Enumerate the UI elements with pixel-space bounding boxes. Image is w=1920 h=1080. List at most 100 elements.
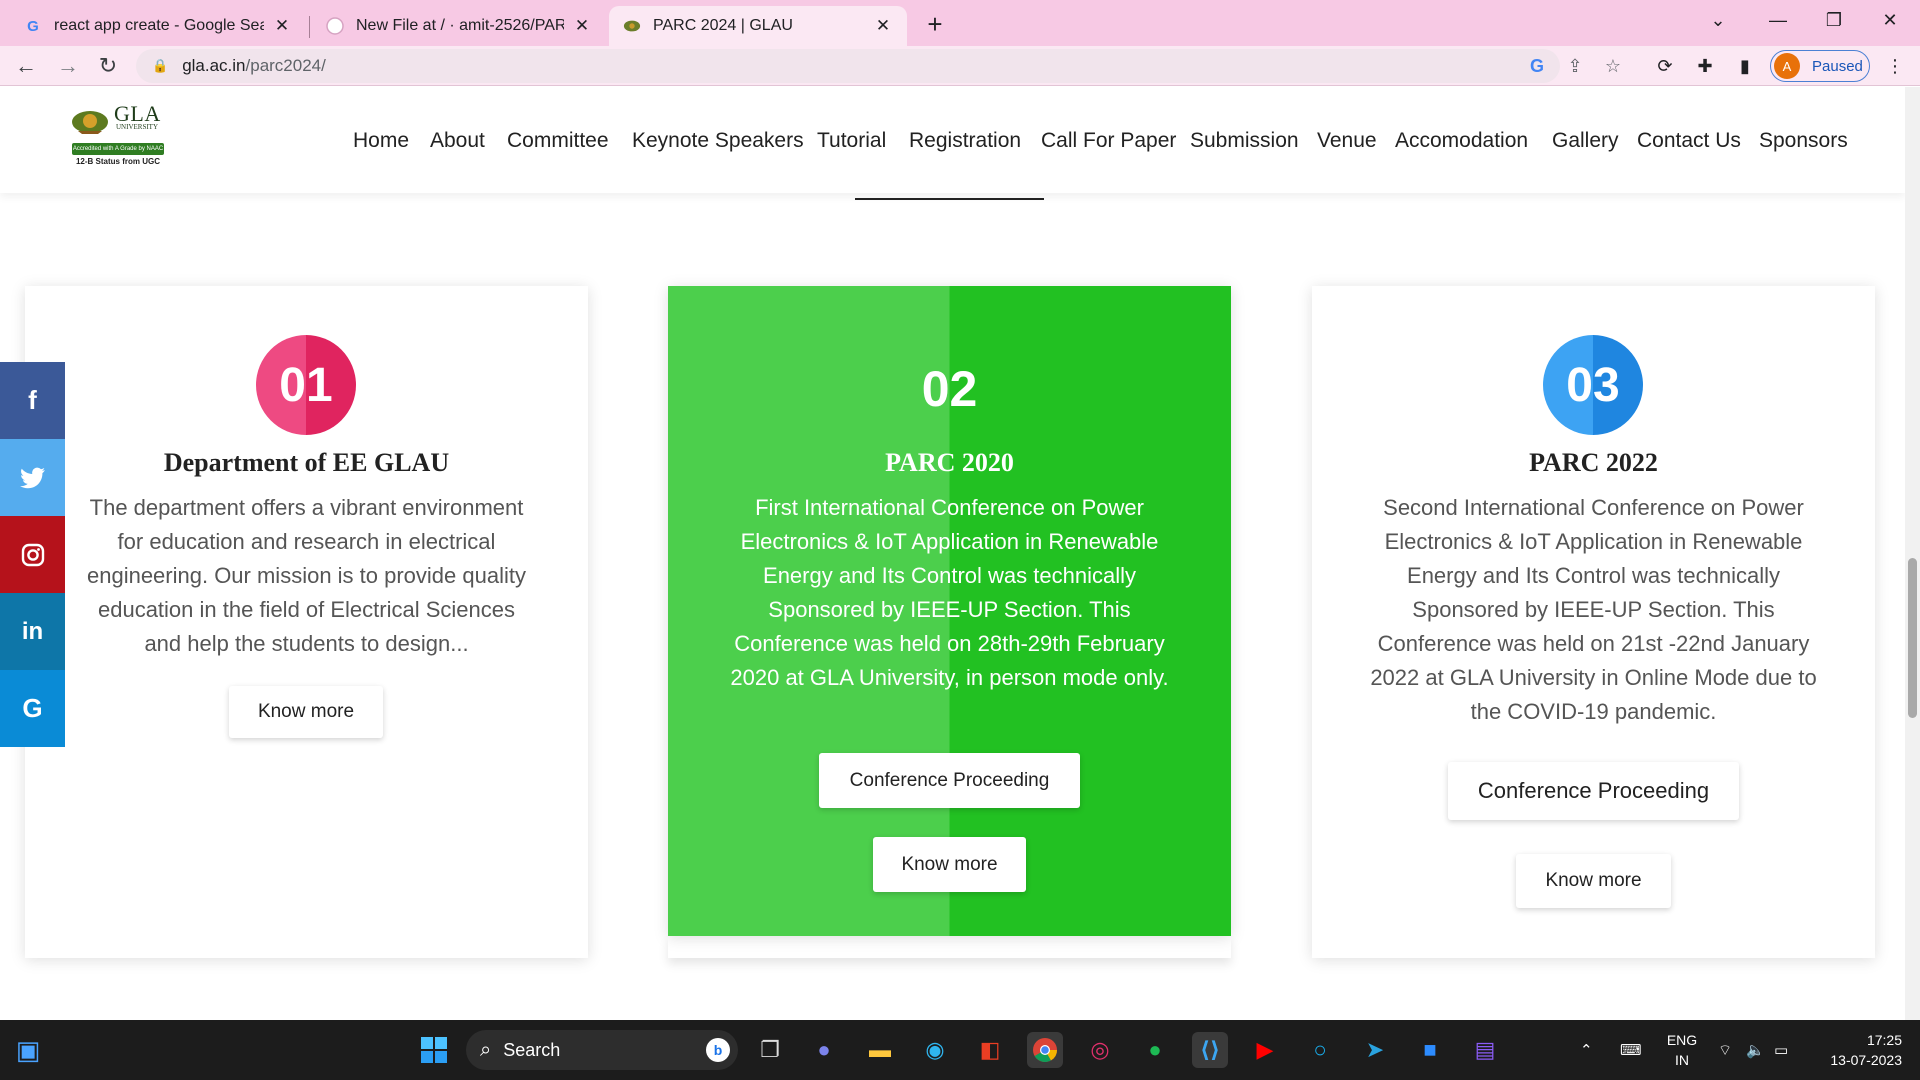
- profile-button[interactable]: A Paused: [1770, 50, 1870, 82]
- tab-title: PARC 2024 | GLAU: [653, 17, 793, 34]
- instagram-app-icon[interactable]: ◎: [1082, 1032, 1118, 1068]
- gla-logo[interactable]: GLA UNIVERSITY Accredited with A Grade b…: [70, 101, 166, 173]
- tab-separator: [309, 16, 310, 38]
- instagram-icon[interactable]: [0, 516, 65, 593]
- page-scrollbar[interactable]: [1905, 87, 1920, 1020]
- nav-venue[interactable]: Venue: [1317, 129, 1377, 153]
- browser-tab-strip: G react app create - Google Search ✕ New…: [0, 0, 1920, 46]
- reload-icon[interactable]: ↻: [92, 50, 124, 82]
- avatar: A: [1774, 53, 1800, 79]
- nav-tutorial[interactable]: Tutorial: [817, 129, 886, 153]
- search-label: Search: [503, 1039, 561, 1060]
- nav-keynote-speakers[interactable]: Keynote Speakers: [632, 129, 804, 153]
- clock[interactable]: 17:25 13-07-2023: [1812, 1030, 1902, 1070]
- tab-search-chevron-icon[interactable]: ⌄: [1690, 0, 1746, 40]
- edge-icon[interactable]: ◉: [917, 1032, 953, 1068]
- nav-accomodation[interactable]: Accomodation: [1395, 129, 1528, 153]
- twitter-icon[interactable]: [0, 439, 65, 516]
- cortana-icon[interactable]: ○: [1302, 1032, 1338, 1068]
- sync-extension-icon[interactable]: ⟳: [1650, 51, 1680, 81]
- card-title: PARC 2020: [885, 448, 1014, 477]
- address-bar[interactable]: 🔒 gla.ac.in/parc2024/ G ⇪ ☆: [136, 49, 1621, 83]
- side-panel-icon[interactable]: ▮: [1730, 51, 1760, 81]
- zoom-icon[interactable]: ■: [1412, 1032, 1448, 1068]
- naac-badge: Accredited with A Grade by NAAC: [72, 143, 164, 155]
- browser-tab-parc[interactable]: PARC 2024 | GLAU ✕: [609, 6, 907, 46]
- keyboard-icon[interactable]: ⌨: [1620, 1020, 1642, 1080]
- widgets-icon[interactable]: ▣: [10, 1032, 46, 1068]
- card-number: 02: [921, 361, 978, 417]
- nav-submission[interactable]: Submission: [1190, 129, 1299, 153]
- nav-committee[interactable]: Committee: [507, 129, 609, 153]
- card-number: 01: [256, 335, 356, 435]
- nav-sponsors[interactable]: Sponsors: [1759, 129, 1848, 153]
- google-lens-icon[interactable]: G: [1522, 49, 1552, 83]
- nav-contact-us[interactable]: Contact Us: [1637, 129, 1741, 153]
- menu-kebab-icon[interactable]: ⋮: [1880, 51, 1910, 81]
- nav-home[interactable]: Home: [353, 129, 409, 153]
- browser-tab-google[interactable]: G react app create - Google Search ✕: [10, 6, 306, 46]
- extensions-puzzle-icon[interactable]: ✚: [1690, 51, 1720, 81]
- card-number: 03: [1543, 335, 1643, 435]
- conference-proceeding-button[interactable]: Conference Proceeding: [819, 753, 1080, 808]
- share-icon[interactable]: ⇪: [1560, 49, 1590, 83]
- nav-call-for-paper[interactable]: Call For Paper: [1041, 129, 1176, 153]
- windows-taskbar: ▣ ⌕ Search b ❐ ● ▬ ◉ ◧ ◎ ● ⟨⟩ ▶ ○ ➤ ■ ▤ …: [0, 1020, 1920, 1080]
- bing-icon[interactable]: b: [706, 1038, 730, 1062]
- facebook-icon[interactable]: f: [0, 362, 65, 439]
- close-icon[interactable]: ✕: [272, 16, 292, 36]
- spotify-icon[interactable]: ●: [1137, 1032, 1173, 1068]
- know-more-button[interactable]: Know more: [229, 686, 383, 738]
- chrome-icon[interactable]: [1027, 1032, 1063, 1068]
- card-department: 01 Department of EE GLAU The department …: [25, 286, 588, 958]
- google-icon[interactable]: G: [0, 670, 65, 747]
- text-line: Electronics & IoT Application in Renewab…: [740, 529, 1159, 554]
- back-arrow-icon[interactable]: ←: [10, 50, 42, 82]
- gla-icon: [623, 17, 641, 35]
- close-icon[interactable]: ✕: [572, 16, 592, 36]
- vscode-icon[interactable]: ⟨⟩: [1192, 1032, 1228, 1068]
- minimize-icon[interactable]: —: [1750, 0, 1806, 40]
- scrollbar-thumb[interactable]: [1908, 558, 1917, 718]
- github-icon: [326, 17, 344, 35]
- nav-about[interactable]: About: [430, 129, 485, 153]
- search-icon: ⌕: [480, 1038, 492, 1061]
- bookmark-star-icon[interactable]: ☆: [1598, 49, 1628, 83]
- nav-registration[interactable]: Registration: [909, 129, 1021, 153]
- nav-gallery[interactable]: Gallery: [1552, 129, 1619, 153]
- close-icon[interactable]: ✕: [873, 16, 893, 36]
- tray-chevron-icon[interactable]: ⌃: [1580, 1020, 1593, 1080]
- linkedin-icon[interactable]: in: [0, 593, 65, 670]
- battery-icon[interactable]: ▭: [1774, 1020, 1788, 1080]
- text-line: Sponsored by IEEE-UP Section. This: [768, 597, 1131, 622]
- volume-icon[interactable]: 🔈: [1746, 1020, 1765, 1080]
- know-more-button[interactable]: Know more: [873, 837, 1026, 892]
- text-line: the COVID-19 pandemic.: [1470, 699, 1717, 724]
- close-window-icon[interactable]: ✕: [1862, 0, 1918, 40]
- text-line: Energy and Its Control was technically: [1407, 563, 1780, 588]
- profile-status: Paused: [1812, 57, 1863, 75]
- youtube-icon[interactable]: ▶: [1247, 1032, 1283, 1068]
- language-indicator[interactable]: ENG IN: [1664, 1030, 1700, 1070]
- start-windows-icon[interactable]: [416, 1032, 452, 1068]
- know-more-button[interactable]: Know more: [1516, 854, 1671, 908]
- wifi-icon[interactable]: ⌔: [1718, 1020, 1732, 1080]
- forward-arrow-icon[interactable]: →: [52, 50, 84, 82]
- url-path: /parc2024/: [245, 56, 326, 75]
- lock-icon: 🔒: [152, 58, 169, 73]
- clipchamp-icon[interactable]: ▤: [1467, 1032, 1503, 1068]
- task-view-icon[interactable]: ❐: [752, 1032, 788, 1068]
- restore-icon[interactable]: ❐: [1806, 0, 1862, 40]
- teams-icon[interactable]: ●: [806, 1032, 842, 1068]
- tab-title: react app create - Google Search: [54, 17, 264, 34]
- conference-proceeding-button[interactable]: Conference Proceeding: [1448, 762, 1739, 820]
- office-icon[interactable]: ◧: [972, 1032, 1008, 1068]
- file-explorer-icon[interactable]: ▬: [862, 1032, 898, 1068]
- browser-tab-github[interactable]: New File at / · amit-2526/PARC-2 ✕: [312, 6, 606, 46]
- new-tab-button[interactable]: +: [918, 7, 952, 41]
- taskbar-search[interactable]: ⌕ Search b: [466, 1030, 738, 1070]
- text-line: engineering. Our mission is to provide q…: [86, 563, 526, 588]
- card-parc-2022: 03 PARC 2022 Second International Confer…: [1312, 286, 1875, 958]
- text-line: Energy and Its Control was technically: [763, 563, 1136, 588]
- telegram-icon[interactable]: ➤: [1357, 1032, 1393, 1068]
